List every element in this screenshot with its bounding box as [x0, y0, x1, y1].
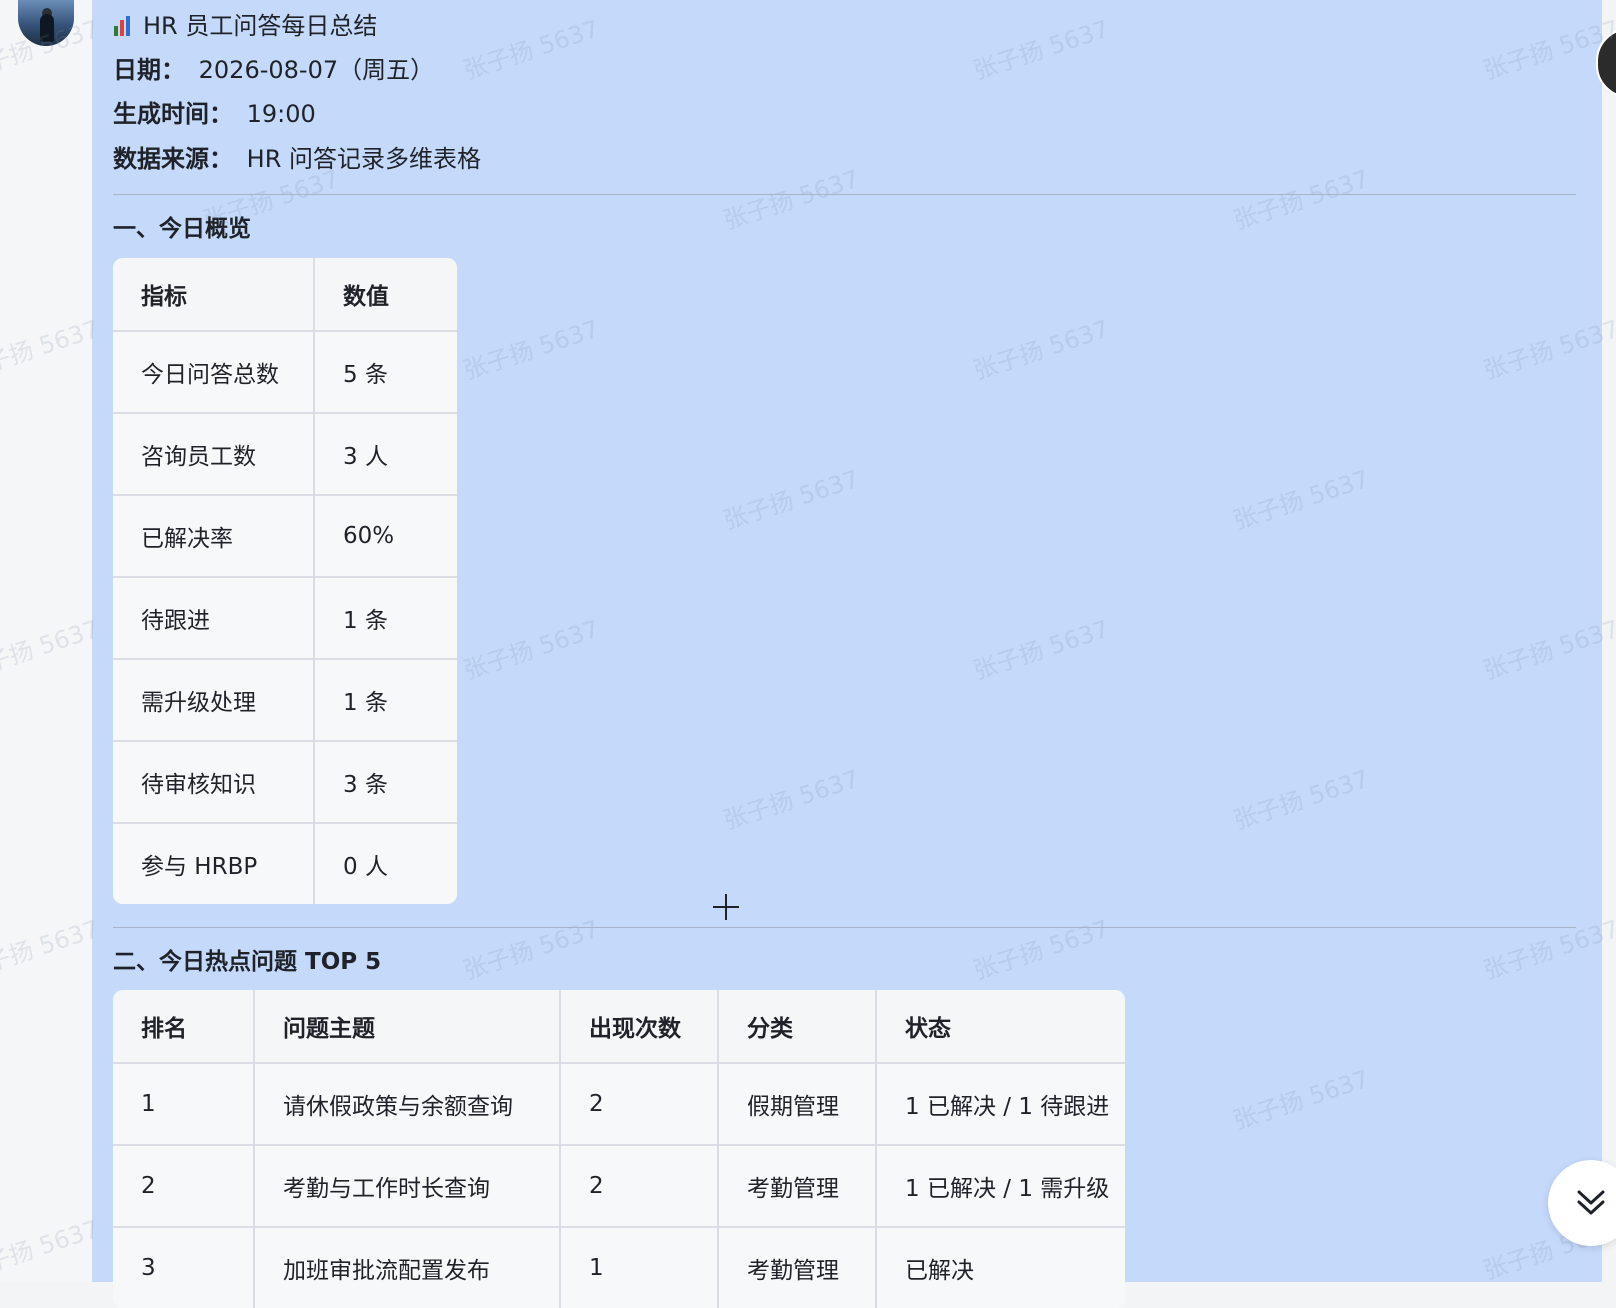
meta-date-key: 日期：: [113, 56, 185, 84]
divider: [113, 194, 1576, 195]
overview-metric-cell: 咨询员工数: [113, 414, 315, 496]
table-row: 待审核知识 3 条: [113, 742, 457, 824]
hot-count-cell: 2: [561, 1064, 719, 1146]
overview-metric-cell: 待跟进: [113, 578, 315, 660]
overview-metric-cell: 待审核知识: [113, 742, 315, 824]
hot-header-category: 分类: [719, 990, 877, 1064]
hot-rank-cell: 3: [113, 1228, 255, 1308]
overview-value-cell: 3 条: [315, 742, 457, 824]
overview-value-cell: 5 条: [315, 332, 457, 414]
overview-value-cell: 0 人: [315, 824, 457, 904]
meta-source: 数据来源： HR 问答记录多维表格: [113, 143, 481, 175]
overview-value-cell: 3 人: [315, 414, 457, 496]
chevron-double-down-icon: [1577, 1190, 1605, 1215]
hot-topic-cell: 加班审批流配置发布: [255, 1228, 561, 1308]
hot-category-cell: 考勤管理: [719, 1146, 877, 1228]
overview-value-cell: 60%: [315, 496, 457, 578]
hot-rank-cell: 1: [113, 1064, 255, 1146]
hot-header-count: 出现次数: [561, 990, 719, 1064]
meta-time: 生成时间： 19:00: [113, 98, 316, 130]
meta-source-key: 数据来源：: [113, 145, 233, 173]
meta-source-value: HR 问答记录多维表格: [246, 145, 481, 173]
hot-status-cell: 1 已解决 / 1 需升级: [877, 1146, 1125, 1228]
hot-category-cell: 假期管理: [719, 1064, 877, 1146]
overview-metric-cell: 需升级处理: [113, 660, 315, 742]
bar-chart-icon: [113, 16, 133, 36]
hot-topic-cell: 请休假政策与余额查询: [255, 1064, 561, 1146]
overview-table: 指标 数值 今日问答总数 5 条咨询员工数 3 人已解决率 60% 待跟进 1 条需升级处…: [113, 258, 457, 904]
hot-status-cell: 已解决: [877, 1228, 1125, 1308]
hot-title: 二、今日热点问题 TOP 5: [113, 949, 382, 975]
hot-count-cell: 1: [561, 1228, 719, 1308]
hot-header-topic: 问题主题: [255, 990, 561, 1064]
hot-header-rank: 排名: [113, 990, 255, 1064]
report-title: HR 员工问答每日总结: [113, 10, 377, 42]
hot-header-status: 状态: [877, 990, 1125, 1064]
table-row: 需升级处理 1 条: [113, 660, 457, 742]
hot-table: 排名 问题主题 出现次数 分类 状态 1 请休假政策与余额查询 2 假期管理 1 已解决…: [113, 990, 1125, 1308]
hot-topic-cell: 考勤与工作时长查询: [255, 1146, 561, 1228]
table-row: 咨询员工数 3 人: [113, 414, 457, 496]
hot-category-cell: 考勤管理: [719, 1228, 877, 1308]
meta-date-value: 2026-08-07（周五）: [198, 56, 435, 84]
right-strip: [1602, 0, 1616, 1282]
overview-metric-cell: 今日问答总数: [113, 332, 315, 414]
overview-header-value: 数值: [315, 258, 457, 332]
hot-count-cell: 2: [561, 1146, 719, 1228]
table-row: 今日问答总数 5 条: [113, 332, 457, 414]
table-row: 1 请休假政策与余额查询 2 假期管理 1 已解决 / 1 待跟进: [113, 1064, 1125, 1146]
overview-value-cell: 1 条: [315, 660, 457, 742]
overview-title: 一、今日概览: [113, 216, 251, 242]
hot-status-cell: 1 已解决 / 1 待跟进: [877, 1064, 1125, 1146]
table-row: 2 考勤与工作时长查询 2 考勤管理 1 已解决 / 1 需升级: [113, 1146, 1125, 1228]
meta-time-value: 19:00: [246, 100, 316, 128]
overview-header-metric: 指标: [113, 258, 315, 332]
table-row: 已解决率 60%: [113, 496, 457, 578]
table-row: 待跟进 1 条: [113, 578, 457, 660]
hot-rank-cell: 2: [113, 1146, 255, 1228]
table-row: 参与 HRBP 0 人: [113, 824, 457, 904]
left-gutter: [0, 0, 92, 1282]
crosshair-cursor: [713, 894, 739, 920]
meta-time-key: 生成时间：: [113, 100, 233, 128]
overview-metric-cell: 参与 HRBP: [113, 824, 315, 904]
divider: [113, 927, 1576, 928]
overview-metric-cell: 已解决率: [113, 496, 315, 578]
overview-value-cell: 1 条: [315, 578, 457, 660]
meta-date: 日期： 2026-08-07（周五）: [113, 54, 434, 86]
table-row: 3 加班审批流配置发布 1 考勤管理 已解决: [113, 1228, 1125, 1308]
